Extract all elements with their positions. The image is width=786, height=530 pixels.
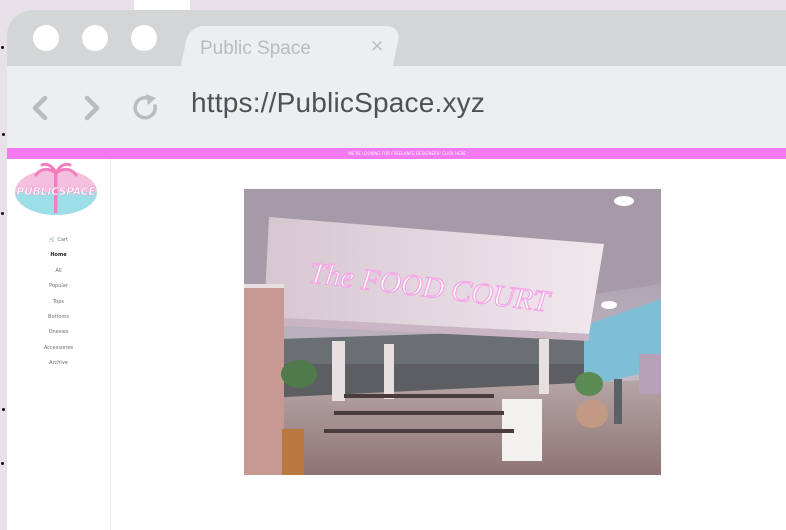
window-maximize-dot[interactable] xyxy=(131,25,157,51)
browser-window: Public Space × https://PublicSpace.xyz W… xyxy=(7,10,786,530)
nav-item-popular[interactable]: Popular xyxy=(7,279,110,294)
cart-icon: 🛒 xyxy=(49,237,56,243)
tab-close-icon[interactable]: × xyxy=(370,36,384,56)
background-speck xyxy=(2,133,5,136)
reload-icon[interactable] xyxy=(128,90,164,126)
nav-item-home[interactable]: Home xyxy=(7,248,110,263)
window-minimize-dot[interactable] xyxy=(82,25,108,51)
tab-title: Public Space xyxy=(200,38,311,59)
nav-item-tops[interactable]: Tops xyxy=(7,295,110,310)
site-nav: 🛒 Cart Home All Popular Tops Bottoms Ones… xyxy=(7,233,110,372)
address-bar-url[interactable]: https://PublicSpace.xyz xyxy=(191,87,485,119)
nav-item-all[interactable]: All xyxy=(7,264,110,279)
background-speck xyxy=(1,212,4,215)
nav-item-accessories[interactable]: Accessories xyxy=(7,341,110,356)
background-speck xyxy=(2,408,5,411)
nav-item-onesies[interactable]: Onesies xyxy=(7,325,110,340)
window-close-dot[interactable] xyxy=(33,25,59,51)
cart-label: Cart xyxy=(57,237,68,243)
site-sidebar: PUBLICSPACE 🛒 Cart Home All Popular Tops … xyxy=(7,159,111,530)
site-logo[interactable]: PUBLICSPACE xyxy=(12,161,100,223)
page-viewport: PUBLICSPACE 🛒 Cart Home All Popular Tops … xyxy=(7,159,786,530)
browser-toolbar: https://PublicSpace.xyz xyxy=(7,66,786,148)
forward-icon[interactable] xyxy=(74,90,110,126)
hero-image-food-court: The FOOD COURT xyxy=(244,189,661,475)
browser-tab-content: Public Space × xyxy=(200,34,400,64)
nav-item-bottoms[interactable]: Bottoms xyxy=(7,310,110,325)
logo-text: PUBLICSPACE xyxy=(16,186,96,198)
background-speck xyxy=(1,462,4,465)
nav-cart[interactable]: 🛒 Cart xyxy=(7,233,110,248)
back-icon[interactable] xyxy=(23,90,59,126)
background-speck xyxy=(1,46,4,49)
promo-banner[interactable]: WE'RE LOOKING FOR FREELANCE DESIGNERS! C… xyxy=(7,148,786,159)
nav-item-archive[interactable]: Archive xyxy=(7,356,110,371)
